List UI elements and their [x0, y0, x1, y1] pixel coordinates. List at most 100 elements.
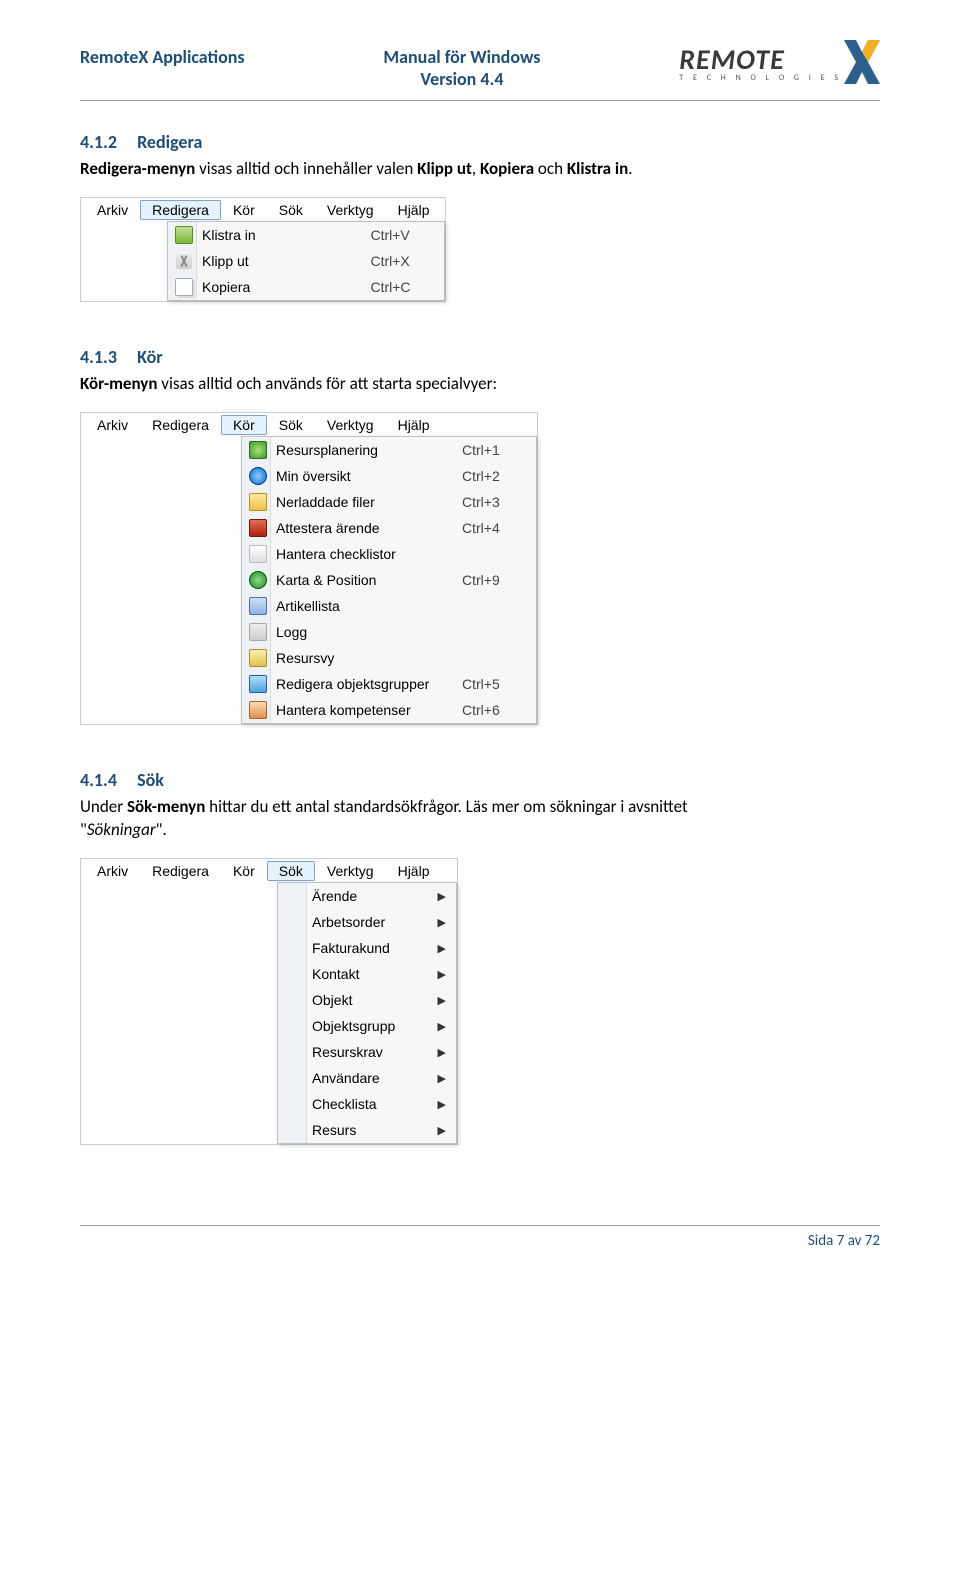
menu-hjalp[interactable]: Hjälp — [386, 415, 442, 435]
header-logo: REMOTE T E C H N O L O G I E S — [679, 40, 880, 84]
menu-item-kopiera[interactable]: Kopiera Ctrl+C — [168, 274, 444, 300]
screenshot-sok-menu: Arkiv Redigera Kör Sök Verktyg Hjälp Äre… — [80, 858, 458, 1145]
header-title-line2: Version 4.4 — [383, 68, 540, 90]
menu-redigera[interactable]: Redigera — [140, 415, 221, 435]
menu-redigera[interactable]: Redigera — [140, 200, 221, 220]
submenu-arrow-icon: ▶ — [428, 994, 452, 1007]
menu-item-attestera-arende[interactable]: Attestera ärende Ctrl+4 — [242, 515, 536, 541]
map-icon — [249, 571, 267, 589]
paste-icon — [175, 226, 193, 244]
menu-item-fakturakund[interactable]: Fakturakund▶ — [278, 935, 456, 961]
list-icon — [249, 597, 267, 615]
menu-item-arende[interactable]: Ärende▶ — [278, 883, 456, 909]
menu-sok[interactable]: Sök — [267, 861, 315, 881]
submenu-arrow-icon: ▶ — [428, 1020, 452, 1033]
menu-item-hantera-kompetenser[interactable]: Hantera kompetenser Ctrl+6 — [242, 697, 536, 723]
cut-icon — [176, 253, 192, 269]
copy-icon — [175, 278, 193, 296]
menu-item-resurs[interactable]: Resurs▶ — [278, 1117, 456, 1143]
menubar: Arkiv Redigera Kör Sök Verktyg Hjälp — [81, 859, 457, 883]
logo-x-icon — [844, 40, 880, 84]
dropdown-kor: Resursplanering Ctrl+1 Min översikt Ctrl… — [241, 436, 537, 724]
log-icon — [249, 623, 267, 641]
section-title: Kör — [137, 346, 163, 368]
section-title: Sök — [137, 769, 164, 791]
menu-item-redigera-objektsgrupper[interactable]: Redigera objektsgrupper Ctrl+5 — [242, 671, 536, 697]
menu-verktyg[interactable]: Verktyg — [315, 861, 386, 881]
section-number: 4.1.3 — [80, 346, 117, 368]
menu-item-resursvy[interactable]: Resursvy — [242, 645, 536, 671]
section-4-1-3-body: Kör-menyn visas alltid och används för a… — [80, 372, 880, 396]
submenu-arrow-icon: ▶ — [428, 1124, 452, 1137]
screenshot-kor-menu: Arkiv Redigera Kör Sök Verktyg Hjälp Res… — [80, 412, 538, 725]
page-header: RemoteX Applications Manual för Windows … — [80, 40, 880, 101]
menu-item-resurskrav[interactable]: Resurskrav▶ — [278, 1039, 456, 1065]
dropdown-sok: Ärende▶ Arbetsorder▶ Fakturakund▶ Kontak… — [277, 882, 457, 1144]
section-number: 4.1.4 — [80, 769, 117, 791]
book-icon — [249, 519, 267, 537]
user-icon — [249, 649, 267, 667]
menu-verktyg[interactable]: Verktyg — [315, 200, 386, 220]
menu-item-artikellista[interactable]: Artikellista — [242, 593, 536, 619]
submenu-arrow-icon: ▶ — [428, 1046, 452, 1059]
menu-verktyg[interactable]: Verktyg — [315, 415, 386, 435]
menu-item-arbetsorder[interactable]: Arbetsorder▶ — [278, 909, 456, 935]
header-title-line1: Manual för Windows — [383, 46, 540, 68]
submenu-arrow-icon: ▶ — [428, 916, 452, 929]
bold-kor-menyn: Kör-menyn — [80, 373, 157, 394]
menu-arkiv[interactable]: Arkiv — [85, 200, 140, 220]
submenu-arrow-icon: ▶ — [428, 942, 452, 955]
menu-item-klipp-ut[interactable]: Klipp ut Ctrl+X — [168, 248, 444, 274]
menu-item-objekt[interactable]: Objekt▶ — [278, 987, 456, 1013]
page-footer: Sida 7 av 72 — [80, 1225, 880, 1250]
menu-item-min-oversikt[interactable]: Min översikt Ctrl+2 — [242, 463, 536, 489]
header-center: Manual för Windows Version 4.4 — [383, 40, 540, 90]
menu-item-nerladdade-filer[interactable]: Nerladdade filer Ctrl+3 — [242, 489, 536, 515]
menu-item-klistra-in[interactable]: Klistra in Ctrl+V — [168, 222, 444, 248]
menu-kor[interactable]: Kör — [221, 415, 267, 435]
italic-sokningar: Sökningar — [87, 819, 156, 840]
bold-sok-menyn: Sök-menyn — [127, 796, 205, 817]
menu-redigera[interactable]: Redigera — [140, 861, 221, 881]
section-4-1-2-body: Redigera-menyn visas alltid och innehåll… — [80, 157, 880, 181]
dropdown-redigera: Klistra in Ctrl+V Klipp ut Ctrl+X Kopier… — [167, 221, 445, 301]
section-4-1-4: 4.1.4 Sök — [80, 769, 880, 791]
schedule-icon — [249, 441, 267, 459]
menu-arkiv[interactable]: Arkiv — [85, 861, 140, 881]
menu-sok[interactable]: Sök — [267, 415, 315, 435]
section-4-1-2: 4.1.2 Redigera — [80, 131, 880, 153]
menu-hjalp[interactable]: Hjälp — [386, 861, 442, 881]
logo-subtext: T E C H N O L O G I E S — [679, 73, 842, 83]
menu-item-objektsgrupp[interactable]: Objektsgrupp▶ — [278, 1013, 456, 1039]
menu-item-karta-position[interactable]: Karta & Position Ctrl+9 — [242, 567, 536, 593]
menu-kor[interactable]: Kör — [221, 861, 267, 881]
competence-icon — [249, 701, 267, 719]
menu-kor[interactable]: Kör — [221, 200, 267, 220]
menu-item-anvandare[interactable]: Användare▶ — [278, 1065, 456, 1091]
menu-item-logg[interactable]: Logg — [242, 619, 536, 645]
menubar: Arkiv Redigera Kör Sök Verktyg Hjälp — [81, 413, 537, 437]
submenu-arrow-icon: ▶ — [428, 890, 452, 903]
globe-icon — [249, 467, 267, 485]
menu-item-kontakt[interactable]: Kontakt▶ — [278, 961, 456, 987]
header-left: RemoteX Applications — [80, 40, 245, 68]
menu-sok[interactable]: Sök — [267, 200, 315, 220]
menubar: Arkiv Redigera Kör Sök Verktyg Hjälp — [81, 198, 445, 222]
screenshot-redigera-menu: Arkiv Redigera Kör Sök Verktyg Hjälp Kli… — [80, 197, 446, 302]
checklist-icon — [249, 545, 267, 563]
section-4-1-3: 4.1.3 Kör — [80, 346, 880, 368]
download-icon — [249, 493, 267, 511]
section-number: 4.1.2 — [80, 131, 117, 153]
menu-item-checklista[interactable]: Checklista▶ — [278, 1091, 456, 1117]
submenu-arrow-icon: ▶ — [428, 1072, 452, 1085]
section-4-1-4-body: Under Sök-menyn hittar du ett antal stan… — [80, 795, 880, 843]
section-title: Redigera — [137, 131, 202, 153]
menu-hjalp[interactable]: Hjälp — [386, 200, 442, 220]
menu-item-resursplanering[interactable]: Resursplanering Ctrl+1 — [242, 437, 536, 463]
bold-redigera-menyn: Redigera-menyn — [80, 158, 195, 179]
menu-item-hantera-checklistor[interactable]: Hantera checklistor — [242, 541, 536, 567]
submenu-arrow-icon: ▶ — [428, 1098, 452, 1111]
grid-icon — [249, 675, 267, 693]
menu-arkiv[interactable]: Arkiv — [85, 415, 140, 435]
logo-text: REMOTE — [679, 42, 842, 77]
